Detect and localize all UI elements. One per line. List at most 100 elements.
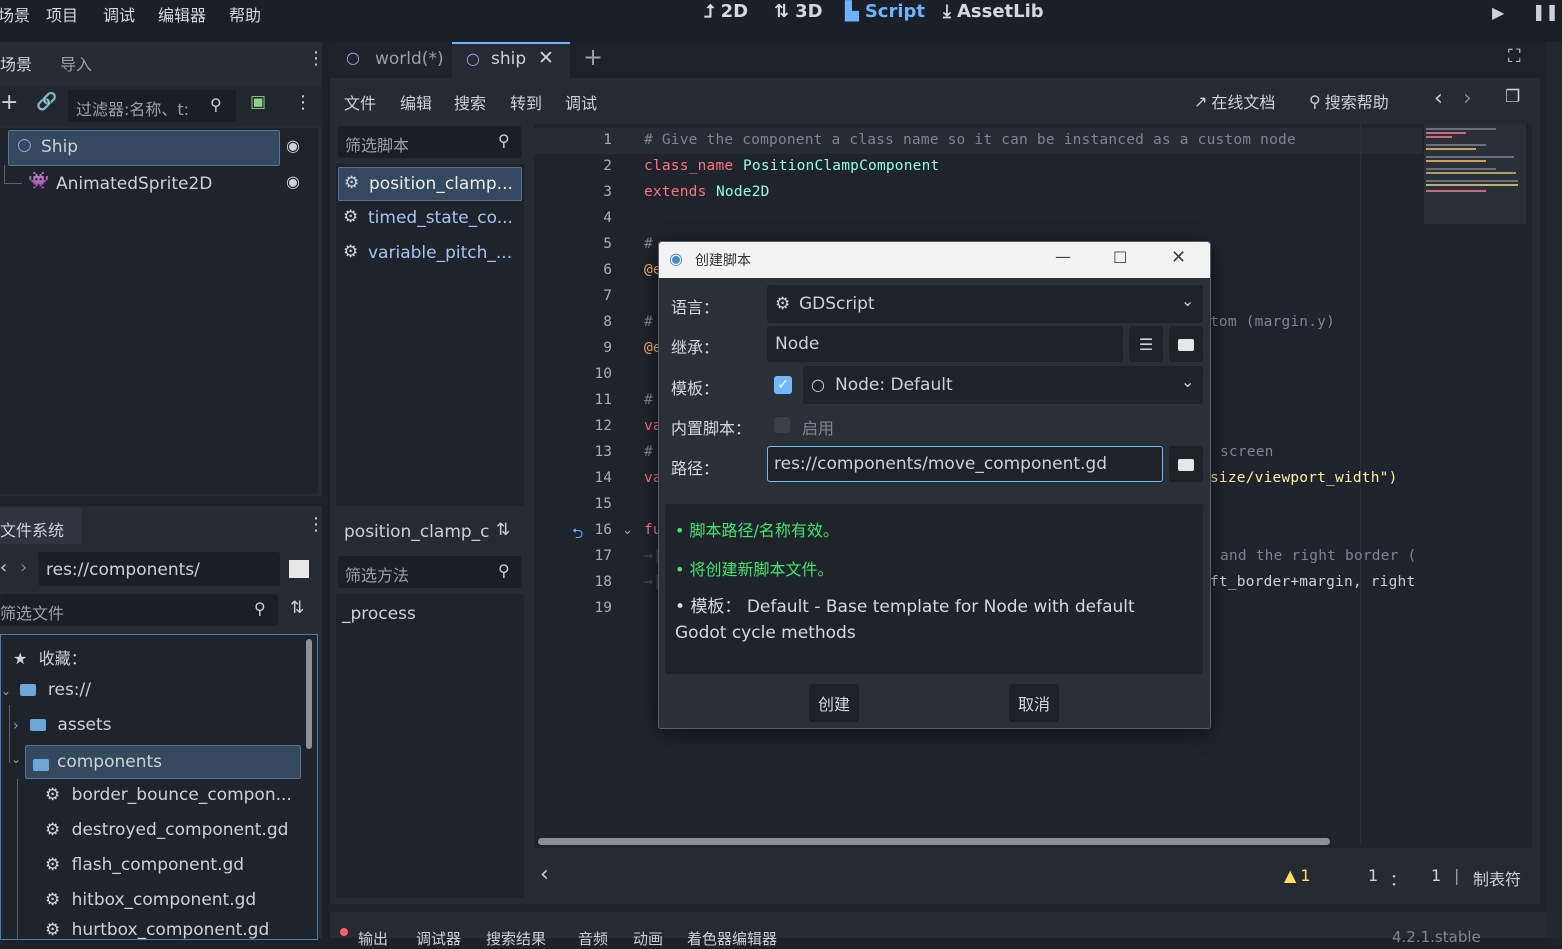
back-icon[interactable]: ‹	[0, 557, 7, 578]
indent-mode-button[interactable]: 制表符	[1473, 866, 1521, 890]
link-icon[interactable]: 🔗	[36, 92, 57, 112]
workspace-assetlib-button[interactable]: ⤓ AssetLib	[943, 1, 1044, 22]
script-item[interactable]: ⚙ timed_state_co...	[338, 204, 520, 234]
menu-edit[interactable]: 编辑	[400, 90, 432, 114]
forward-icon[interactable]: ›	[20, 557, 27, 578]
add-node-icon[interactable]: +	[0, 90, 18, 115]
tab-scene[interactable]: 场景	[0, 51, 32, 75]
validation-message: • 脚本路径/名称有效。	[675, 521, 839, 540]
file-item[interactable]: ⚙ flash_component.gd	[45, 855, 244, 875]
file-item[interactable]: ⚙ border_bounce_compon...	[45, 785, 292, 805]
online-docs-button[interactable]: ↗ 在线文档	[1194, 89, 1275, 113]
split-view-icon[interactable]	[289, 560, 309, 578]
scene-filter-input[interactable]: 过滤器:名称、t: ⚲	[68, 90, 236, 122]
menu-debug-script[interactable]: 调试	[565, 90, 597, 114]
path-input[interactable]: res://components/move_component.gd	[767, 446, 1163, 482]
pause-icon[interactable]: ❚❚	[1532, 2, 1559, 21]
tab-ship[interactable]: ○ ship ✕	[452, 42, 570, 78]
history-forward-icon[interactable]: ›	[1463, 86, 1472, 111]
horizontal-scrollbar[interactable]	[538, 838, 1330, 845]
template-label: 模板：	[671, 379, 720, 398]
script-item[interactable]: ⚙ position_clamp...	[338, 167, 522, 201]
add-tab-icon[interactable]: +	[583, 43, 603, 71]
tab-search-results[interactable]: 搜索结果	[486, 928, 546, 949]
dock-menu-icon[interactable]: ⋮	[307, 48, 325, 69]
menu-scene[interactable]: 场景	[0, 2, 30, 26]
favorites-item[interactable]: ★ 收藏：	[13, 645, 87, 669]
code-fragment: tom (margin.y)	[1210, 314, 1336, 330]
menu-search[interactable]: 搜索	[454, 90, 486, 114]
search-help-button[interactable]: ⚲ 搜索帮助	[1309, 89, 1389, 113]
method-filter-input[interactable]: 筛选方法 ⚲	[338, 556, 522, 588]
visibility-eye-icon[interactable]: ◉	[286, 136, 300, 155]
node-icon: ○	[17, 135, 32, 155]
scene-dock: 场景 导入 ⋮ + 🔗 过滤器:名称、t: ⚲ ▣ ⋮ ○ Ship ◉ 👾 A…	[0, 42, 325, 496]
tree-item-animatedsprite[interactable]: 👾 AnimatedSprite2D	[26, 168, 286, 198]
script-filter-input[interactable]: 筛选脚本 ⚲	[338, 126, 522, 158]
path-field[interactable]: res://components/	[38, 552, 280, 586]
file-item[interactable]: ⚙ destroyed_component.gd	[45, 820, 288, 840]
file-item[interactable]: ⚙ hitbox_component.gd	[45, 890, 256, 910]
tree-connector	[4, 165, 5, 183]
code-fragment: #	[644, 236, 653, 252]
menu-help[interactable]: 帮助	[229, 2, 261, 26]
line-number: 10	[594, 366, 612, 382]
menu-editor[interactable]: 编辑器	[158, 2, 206, 26]
node-tree-icon: ☰	[1138, 334, 1154, 354]
fullscreen-icon[interactable]: ⛶	[1508, 46, 1521, 67]
res-root-item[interactable]: ⌄ res://	[1, 680, 91, 700]
maximize-icon[interactable]: ☐	[1113, 248, 1127, 267]
script-item[interactable]: ⚙ variable_pitch_...	[338, 239, 520, 269]
pick-parent-button[interactable]: ☰	[1129, 326, 1163, 362]
sort-icon[interactable]: ⇅	[496, 520, 510, 540]
method-item[interactable]: _process	[342, 604, 416, 624]
tree-item-ship[interactable]: ○ Ship	[8, 130, 280, 166]
menu-debug[interactable]: 调试	[103, 2, 135, 26]
menu-goto[interactable]: 转到	[510, 90, 542, 114]
sort-icon[interactable]: ⇅	[290, 598, 304, 618]
workspace-script-button[interactable]: ▙ Script	[845, 1, 925, 22]
dock-menu-icon[interactable]: ⋮	[307, 514, 325, 535]
tab-output[interactable]: 输出	[358, 928, 388, 949]
minimap[interactable]	[1424, 124, 1526, 224]
warnings-indicator[interactable]: ▲ 1	[1284, 866, 1311, 885]
tab-filesystem[interactable]: 文件系统	[0, 508, 82, 544]
template-checkbox[interactable]: ✓	[774, 376, 792, 394]
line-number: 8	[603, 314, 612, 330]
inherits-field[interactable]: Node	[767, 326, 1123, 362]
scene-menu-icon[interactable]: ⋮	[294, 92, 312, 113]
folder-item-components[interactable]: components	[25, 745, 301, 779]
make-floating-icon[interactable]: ❐	[1505, 87, 1520, 107]
tab-shader-editor[interactable]: 着色器编辑器	[687, 928, 777, 949]
file-item[interactable]: ⚙ hurtbox_component.gd	[45, 920, 269, 940]
folder-item-assets[interactable]: › assets	[13, 715, 112, 735]
browse-path-button[interactable]	[1169, 446, 1203, 482]
fold-chevron-icon[interactable]: ⌄	[622, 523, 633, 538]
cancel-button[interactable]: 取消	[1009, 684, 1059, 722]
language-select[interactable]: ⚙ GDScript ⌄	[767, 285, 1203, 323]
tab-animation[interactable]: 动画	[633, 928, 663, 949]
tab-world[interactable]: ○ world(*)	[336, 42, 448, 76]
history-back-icon[interactable]: ‹	[1434, 86, 1443, 111]
menu-file[interactable]: 文件	[344, 90, 376, 114]
minimize-icon[interactable]: —	[1055, 247, 1071, 266]
scrollbar[interactable]	[306, 639, 312, 749]
workspace-3d-button[interactable]: ⇅ 3D	[774, 1, 823, 22]
template-select[interactable]: ○ Node: Default ⌄	[803, 366, 1203, 404]
menu-project[interactable]: 项目	[46, 2, 78, 26]
code-identifier: PositionClampComponent	[743, 158, 940, 174]
close-icon[interactable]: ✕	[1171, 247, 1186, 268]
tab-debugger[interactable]: 调试器	[416, 928, 461, 949]
tab-audio[interactable]: 音频	[578, 928, 608, 949]
browse-parent-button[interactable]	[1169, 326, 1203, 362]
tab-import[interactable]: 导入	[60, 51, 92, 75]
toggle-scripts-panel-icon[interactable]: ‹	[540, 862, 549, 887]
workspace-2d-button[interactable]: ⮥ 2D	[704, 1, 748, 22]
create-button[interactable]: 创建	[809, 684, 859, 722]
attach-script-icon[interactable]: ▣	[250, 92, 266, 112]
file-filter-input[interactable]: 筛选文件 ⚲	[0, 594, 278, 626]
play-icon[interactable]: ▶	[1492, 3, 1504, 22]
visibility-eye-icon[interactable]: ◉	[286, 172, 300, 191]
close-icon[interactable]: ✕	[538, 47, 554, 69]
builtin-checkbox[interactable]	[774, 417, 790, 433]
